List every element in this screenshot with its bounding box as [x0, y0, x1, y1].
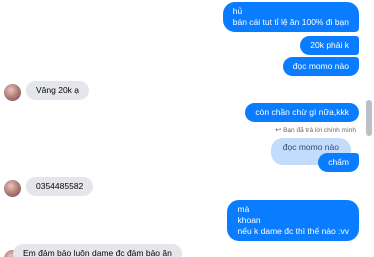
message-text: 0354485582	[36, 181, 84, 191]
outgoing-message[interactable]: còn chần chừ gì nữa,kkk	[245, 103, 359, 122]
outgoing-message[interactable]: chấm	[318, 153, 359, 172]
reply-note-text: Bạn đã trả lời chính mình	[283, 127, 356, 134]
message-text: 20k phải k	[310, 40, 349, 50]
contact-avatar[interactable]	[4, 180, 21, 197]
contact-avatar[interactable]	[4, 84, 21, 101]
quoted-text: đọc momo nào	[282, 142, 339, 152]
message-line: nếu k dame đc thì thế nào :vv	[237, 226, 349, 236]
message-line: bán cái tut tỉ lệ ăn 100% đi bạn	[232, 17, 349, 27]
chat-thread: hủ bán cái tut tỉ lệ ăn 100% đi bạn 20k …	[0, 0, 362, 257]
outgoing-message[interactable]: 20k phải k	[300, 36, 359, 55]
scrollbar-thumb[interactable]	[366, 100, 372, 136]
outgoing-message[interactable]: hủ bán cái tut tỉ lệ ăn 100% đi bạn	[222, 2, 359, 32]
incoming-message[interactable]: Vâng 20k ạ	[26, 81, 90, 100]
chat-scrollbar[interactable]	[364, 0, 374, 257]
message-line: khoan	[237, 215, 261, 225]
message-line: mà	[237, 204, 250, 214]
message-text: đọc momo nào	[292, 61, 349, 71]
message-text: Em đảm bảo luôn dame đc đảm bảo ăn	[23, 248, 172, 257]
incoming-message[interactable]: 0354485582	[26, 177, 94, 196]
reply-note: ↩ Bạn đã trả lời chính mình	[275, 126, 356, 134]
outgoing-message[interactable]: đọc momo nào	[282, 57, 359, 76]
message-line: hủ	[232, 6, 243, 16]
message-text: còn chần chừ gì nữa,kkk	[255, 107, 349, 117]
message-text: chấm	[328, 157, 349, 167]
outgoing-message[interactable]: mà khoan nếu k dame đc thì thế nào :vv	[227, 200, 359, 241]
reply-arrow-icon: ↩	[275, 127, 282, 134]
incoming-message[interactable]: Em đảm bảo luôn dame đc đảm bảo ăn	[13, 244, 182, 257]
message-text: Vâng 20k ạ	[36, 85, 80, 95]
